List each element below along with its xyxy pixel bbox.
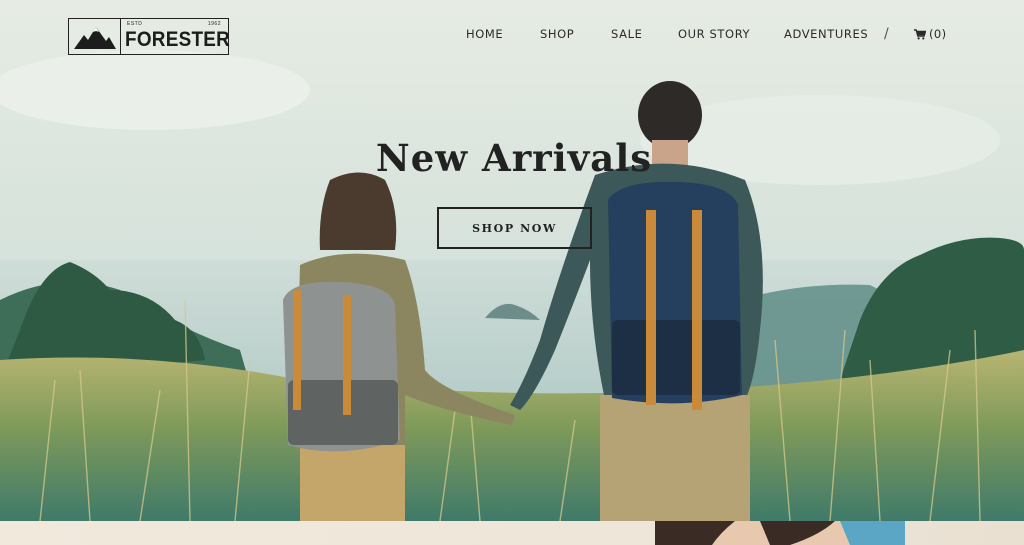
nav-item-home[interactable]: HOME: [466, 27, 503, 41]
shopping-cart-icon: [914, 28, 926, 39]
nav-item-our-story[interactable]: OUR STORY: [678, 27, 750, 41]
site-header: ESTD 1962 FORESTER HOME SHOP SALE OUR ST…: [0, 0, 1024, 70]
nav-separator: /: [884, 26, 889, 42]
cart-count: (0): [929, 27, 947, 41]
nav-item-adventures[interactable]: ADVENTURES: [784, 27, 868, 41]
main-nav: HOME SHOP SALE OUR STORY ADVENTURES / (0…: [0, 26, 1024, 45]
next-section-image: [655, 521, 905, 545]
nav-item-sale[interactable]: SALE: [611, 27, 642, 41]
shop-now-button[interactable]: SHOP NOW: [437, 207, 592, 249]
hero-banner: ESTD 1962 FORESTER HOME SHOP SALE OUR ST…: [0, 0, 1024, 521]
hero-title: New Arrivals: [375, 136, 653, 180]
cart-button[interactable]: (0): [914, 27, 947, 41]
hero-photo: [0, 0, 1024, 521]
next-section-preview: [0, 521, 1024, 545]
nav-item-shop[interactable]: SHOP: [540, 27, 574, 41]
